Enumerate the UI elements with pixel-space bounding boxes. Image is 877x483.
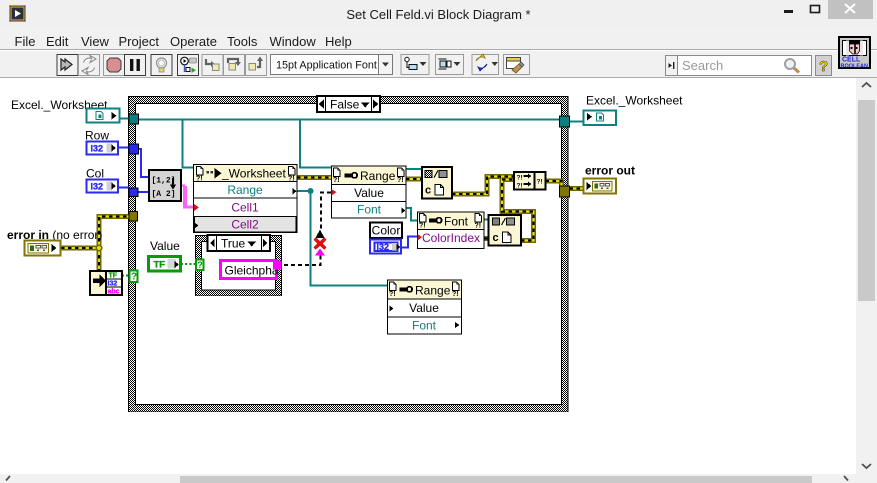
svg-text:I32: I32	[91, 144, 104, 154]
svg-text:ColorIndex: ColorIndex	[422, 231, 480, 245]
svg-text:?: ?	[819, 58, 828, 75]
svg-text:I32: I32	[108, 281, 118, 288]
svg-text:Range: Range	[360, 169, 396, 183]
svg-text:Excel._Worksheet: Excel._Worksheet	[586, 94, 683, 108]
svg-text:Cell1: Cell1	[231, 201, 259, 215]
svg-text:BOOLEAN: BOOLEAN	[841, 64, 869, 70]
svg-text:Value: Value	[409, 301, 439, 315]
svg-text:Cell2: Cell2	[231, 218, 259, 232]
svg-text:TF: TF	[109, 273, 118, 280]
svg-text:True: True	[221, 237, 246, 251]
svg-text:?!: ?!	[517, 183, 523, 190]
svg-text:?: ?	[131, 272, 137, 283]
svg-text:Search: Search	[682, 58, 723, 73]
svg-text:CELL: CELL	[842, 57, 861, 64]
svg-text:Range: Range	[227, 183, 263, 197]
svg-text:Range: Range	[415, 284, 451, 298]
svg-text:Font: Font	[357, 203, 382, 217]
svg-text:15pt Application Font: 15pt Application Font	[276, 60, 377, 72]
svg-text:TF: TF	[154, 260, 166, 271]
svg-text:Color: Color	[372, 224, 401, 238]
svg-text:Value: Value	[150, 239, 180, 253]
svg-text:False: False	[330, 98, 360, 112]
svg-text:Value: Value	[354, 186, 384, 200]
svg-text:[A 2]: [A 2]	[152, 190, 176, 199]
svg-text:abc: abc	[108, 289, 120, 296]
svg-text:[1,2]: [1,2]	[152, 177, 176, 186]
svg-text:?!: ?!	[537, 179, 543, 186]
svg-text:I32: I32	[91, 182, 104, 192]
svg-text:I32: I32	[377, 242, 390, 252]
svg-text:Font: Font	[444, 215, 469, 229]
svg-text:error out: error out	[585, 164, 635, 178]
svg-text:_Worksheet: _Worksheet	[221, 167, 286, 181]
svg-text:Font: Font	[412, 319, 437, 333]
svg-text:?!: ?!	[517, 175, 523, 182]
svg-text:Gleichpha: Gleichpha	[225, 264, 279, 278]
svg-text:?: ?	[197, 260, 203, 270]
